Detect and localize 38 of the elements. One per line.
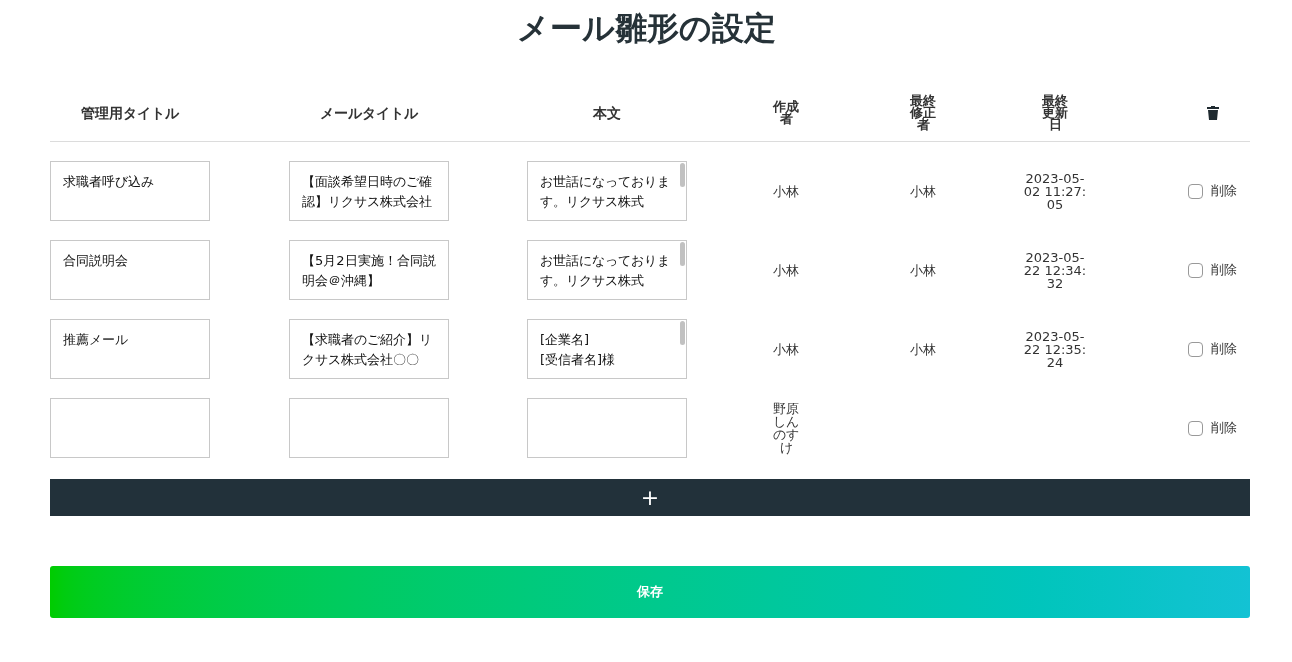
creator-text: 小林	[772, 342, 800, 356]
trash-icon	[1206, 106, 1219, 120]
body-field[interactable]	[527, 398, 687, 458]
admin-title-field[interactable]: 求職者呼び込み	[50, 161, 210, 221]
delete-checkbox[interactable]: 削除	[1188, 260, 1237, 280]
delete-checkbox[interactable]: 削除	[1188, 418, 1237, 438]
mail-title-field[interactable]: 【求職者のご紹介】リクサス株式会社〇〇	[289, 319, 449, 379]
mail-title-field[interactable]: 【5月2日実施！合同説明会＠沖縄】	[289, 240, 449, 300]
column-header: 管理用タイトル	[81, 103, 179, 123]
column-header: 作成者	[772, 101, 800, 125]
body-field[interactable]: お世話になっております。リクサス株式	[527, 240, 687, 300]
admin-title-field[interactable]	[50, 398, 210, 458]
creator-text: 野原しんのすけ	[772, 402, 800, 454]
modifier-text: 小林	[909, 184, 937, 198]
delete-checkbox[interactable]: 削除	[1188, 181, 1237, 201]
scrollbar-icon[interactable]	[680, 321, 685, 345]
scrollbar-icon[interactable]	[680, 242, 685, 266]
page-title: メール雛形の設定	[516, 8, 776, 48]
column-header: 最終修正者	[909, 95, 937, 131]
modifier-text: 小林	[909, 263, 937, 277]
column-header: メールタイトル	[320, 103, 418, 123]
modifier-text: 小林	[909, 342, 937, 356]
body-field[interactable]: [企業名] [受信者名]様	[527, 319, 687, 379]
delete-checkbox[interactable]: 削除	[1188, 339, 1237, 359]
mail-title-field[interactable]	[289, 398, 449, 458]
column-header: 本文	[593, 103, 621, 123]
admin-title-field[interactable]: 推薦メール	[50, 319, 210, 379]
admin-title-field[interactable]: 合同説明会	[50, 240, 210, 300]
updated-date: 2023-05-22 12:35:24	[1023, 329, 1087, 369]
creator-text: 小林	[772, 184, 800, 198]
add-row-button[interactable]: +	[50, 479, 1250, 516]
column-header: 最終更新日	[1041, 95, 1069, 131]
creator-text: 小林	[772, 263, 800, 277]
updated-date: 2023-05-02 11:27:05	[1023, 171, 1087, 211]
updated-date: 2023-05-22 12:34:32	[1023, 250, 1087, 290]
mail-title-field[interactable]: 【面談希望日時のご確認】リクサス株式会社	[289, 161, 449, 221]
scrollbar-icon[interactable]	[680, 163, 685, 187]
body-field[interactable]: お世話になっております。リクサス株式	[527, 161, 687, 221]
